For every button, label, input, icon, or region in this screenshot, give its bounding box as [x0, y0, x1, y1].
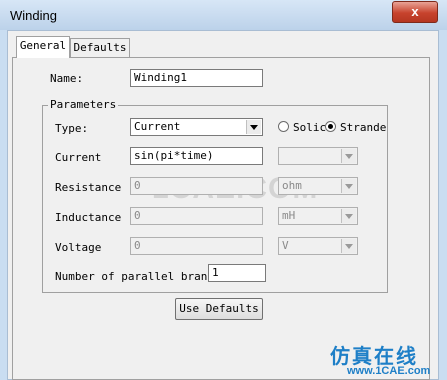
- voltage-unit-value: V: [282, 239, 289, 252]
- radio-solid-label: Solic: [293, 121, 327, 134]
- resistance-unit-select: ohm: [278, 177, 358, 195]
- parallel-branches-field[interactable]: 1: [208, 264, 266, 282]
- voltage-unit-select: V: [278, 237, 358, 255]
- inductance-unit-value: mH: [282, 209, 296, 222]
- parameters-group-label: Parameters: [48, 98, 119, 111]
- parallel-branches-label: Number of parallel branc: [55, 270, 214, 283]
- inductance-unit-select: mH: [278, 207, 358, 225]
- resistance-field: 0: [130, 177, 263, 195]
- name-field[interactable]: Winding1: [130, 69, 263, 87]
- name-label: Name:: [50, 72, 84, 85]
- radio-stranded-label: Strandec: [340, 121, 387, 134]
- chevron-down-icon: [341, 149, 356, 163]
- inductance-label: Inductance: [55, 211, 122, 224]
- radio-stranded[interactable]: [325, 121, 336, 132]
- dialog-window: Winding x General Defaults Name: Winding…: [0, 0, 447, 380]
- voltage-field: 0: [130, 237, 263, 255]
- type-select[interactable]: Current: [130, 118, 263, 136]
- tab-general[interactable]: General: [16, 36, 70, 58]
- current-field[interactable]: sin(pi*time): [130, 147, 263, 165]
- chevron-down-icon: [341, 179, 356, 193]
- title-bar[interactable]: Winding x: [0, 0, 447, 30]
- use-defaults-button[interactable]: Use Defaults: [175, 298, 263, 320]
- current-label: Current: [55, 151, 102, 164]
- watermark-url: www.1CAE.com: [347, 365, 431, 377]
- window-title: Winding: [10, 8, 57, 23]
- current-unit-select: [278, 147, 358, 165]
- tab-defaults[interactable]: Defaults: [70, 38, 130, 58]
- inductance-field: 0: [130, 207, 263, 225]
- type-label: Type:: [55, 122, 89, 135]
- chevron-down-icon: [341, 209, 356, 223]
- resistance-unit-value: ohm: [282, 179, 302, 192]
- type-select-value: Current: [134, 120, 181, 133]
- voltage-label: Voltage: [55, 241, 102, 254]
- chevron-down-icon: [341, 239, 356, 253]
- radio-solid[interactable]: [278, 121, 289, 132]
- resistance-label: Resistance: [55, 181, 122, 194]
- chevron-down-icon[interactable]: [246, 120, 261, 134]
- close-button[interactable]: x: [392, 1, 438, 23]
